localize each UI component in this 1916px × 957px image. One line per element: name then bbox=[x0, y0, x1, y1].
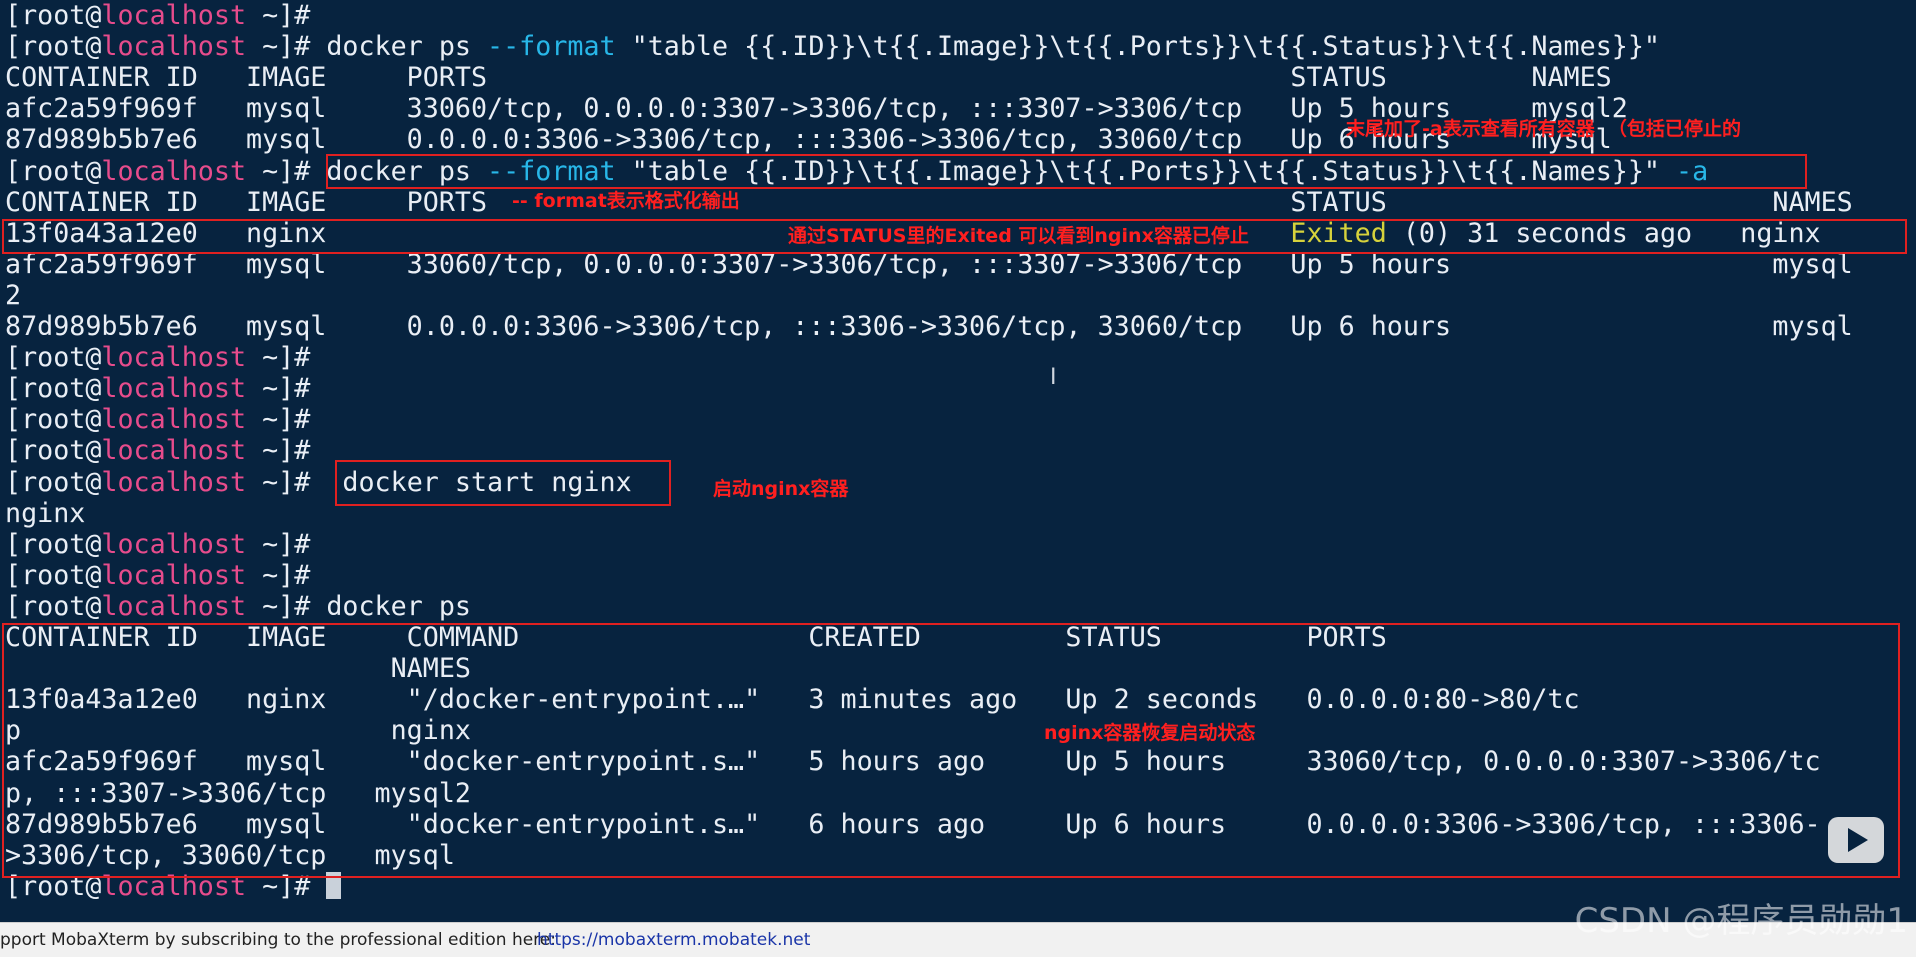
prompt-open: [root@ bbox=[5, 0, 102, 31]
prompt-host: localhost bbox=[101, 528, 247, 560]
prompt-host: localhost bbox=[101, 342, 247, 374]
output-line: nginx bbox=[5, 498, 85, 529]
prompt-close: ~]# bbox=[246, 31, 327, 63]
prompt-line: [root@localhost ~]# bbox=[5, 404, 326, 435]
output-line: 2 bbox=[5, 280, 21, 311]
prompt-close: ~]# bbox=[246, 528, 327, 560]
prompt-host: localhost bbox=[101, 435, 247, 467]
prompt-line: [root@localhost ~]# bbox=[5, 560, 326, 591]
highlight-box-docker-ps-output bbox=[2, 623, 1900, 878]
annotation-start: 启动nginx容器 bbox=[713, 478, 849, 500]
prompt-close: ~]# bbox=[246, 466, 327, 498]
prompt-host: localhost bbox=[101, 590, 247, 622]
prompt-close: ~]# bbox=[246, 342, 327, 374]
annotation-restored: nginx容器恢复启动状态 bbox=[1044, 722, 1256, 744]
prompt-open: [root@ bbox=[5, 590, 102, 622]
mobaxterm-link[interactable]: https://mobaxterm.mobatek.net bbox=[537, 930, 810, 950]
command-text: "table {{.ID}}\t{{.Image}}\t{{.Ports}}\t… bbox=[615, 31, 1660, 63]
prompt-line: [root@localhost ~]# bbox=[5, 342, 326, 373]
annotation-format: -- format表示格式化输出 bbox=[512, 190, 740, 212]
output-line: CONTAINER ID IMAGE PORTS STATUS NAMES bbox=[5, 187, 1853, 218]
output-text: CONTAINER ID IMAGE PORTS STATUS NAMES bbox=[5, 62, 1612, 94]
prompt-open: [root@ bbox=[5, 373, 102, 405]
prompt-host: localhost bbox=[101, 373, 247, 405]
text-cursor-icon: I bbox=[1050, 365, 1057, 390]
output-line: CONTAINER ID IMAGE PORTS STATUS NAMES bbox=[5, 62, 1612, 93]
watermark: CSDN @程序员勋勋1 bbox=[1574, 901, 1908, 941]
prompt-close: ~]# bbox=[246, 590, 327, 622]
highlight-box-start-command bbox=[335, 460, 671, 506]
prompt-close: ~]# bbox=[246, 155, 327, 187]
prompt-close: ~]# bbox=[246, 435, 327, 467]
play-icon[interactable] bbox=[1828, 817, 1884, 863]
prompt-close: ~]# bbox=[246, 559, 327, 591]
prompt-host: localhost bbox=[101, 559, 247, 591]
output-text: nginx bbox=[5, 497, 86, 529]
prompt-host: localhost bbox=[101, 155, 247, 187]
prompt-host: localhost bbox=[101, 31, 247, 63]
prompt-close: ~]# bbox=[246, 404, 327, 436]
prompt-open: [root@ bbox=[5, 155, 102, 187]
prompt-close: ~]# bbox=[246, 373, 327, 405]
prompt-host: localhost bbox=[101, 466, 247, 498]
prompt-close: ~]# bbox=[246, 0, 327, 31]
prompt-open: [root@ bbox=[5, 466, 102, 498]
command-line: [root@localhost ~]# docker ps bbox=[5, 591, 471, 622]
prompt-open: [root@ bbox=[5, 342, 102, 374]
output-text: 2 bbox=[5, 279, 22, 311]
command-text: docker ps bbox=[326, 590, 471, 622]
prompt-host: localhost bbox=[101, 404, 247, 436]
output-line: 87d989b5b7e6 mysql 0.0.0.0:3306->3306/tc… bbox=[5, 311, 1853, 342]
prompt-open: [root@ bbox=[5, 528, 102, 560]
prompt-line: [root@localhost ~]# bbox=[5, 0, 326, 31]
annotation-exited: 通过STATUS里的Exited 可以看到nginx容器已停止 bbox=[788, 225, 1249, 247]
command-line: [root@localhost ~]# docker ps --format "… bbox=[5, 31, 1660, 62]
prompt-open: [root@ bbox=[5, 404, 102, 436]
prompt-line: [root@localhost ~]# bbox=[5, 529, 326, 560]
annotation-a-flag: 末尾加了-a表示查看所有容器 （包括已停止的 bbox=[1346, 118, 1741, 140]
terminal-window[interactable]: [root@localhost ~]# [root@localhost ~]# … bbox=[0, 0, 1916, 922]
prompt-line: [root@localhost ~]# bbox=[5, 435, 326, 466]
command-text: docker ps bbox=[326, 31, 488, 63]
command-option: --format bbox=[487, 31, 616, 63]
prompt-line: [root@localhost ~]# bbox=[5, 373, 326, 404]
prompt-open: [root@ bbox=[5, 559, 102, 591]
prompt-host: localhost bbox=[101, 0, 247, 31]
output-text: 87d989b5b7e6 mysql 0.0.0.0:3306->3306/tc… bbox=[5, 311, 1853, 342]
highlight-box-format-command bbox=[326, 154, 1807, 189]
status-message: pport MobaXterm by subscribing to the pr… bbox=[0, 930, 556, 950]
prompt-open: [root@ bbox=[5, 435, 102, 467]
prompt-open: [root@ bbox=[5, 31, 102, 63]
output-text: CONTAINER ID IMAGE PORTS STATUS NAMES bbox=[5, 186, 1853, 218]
